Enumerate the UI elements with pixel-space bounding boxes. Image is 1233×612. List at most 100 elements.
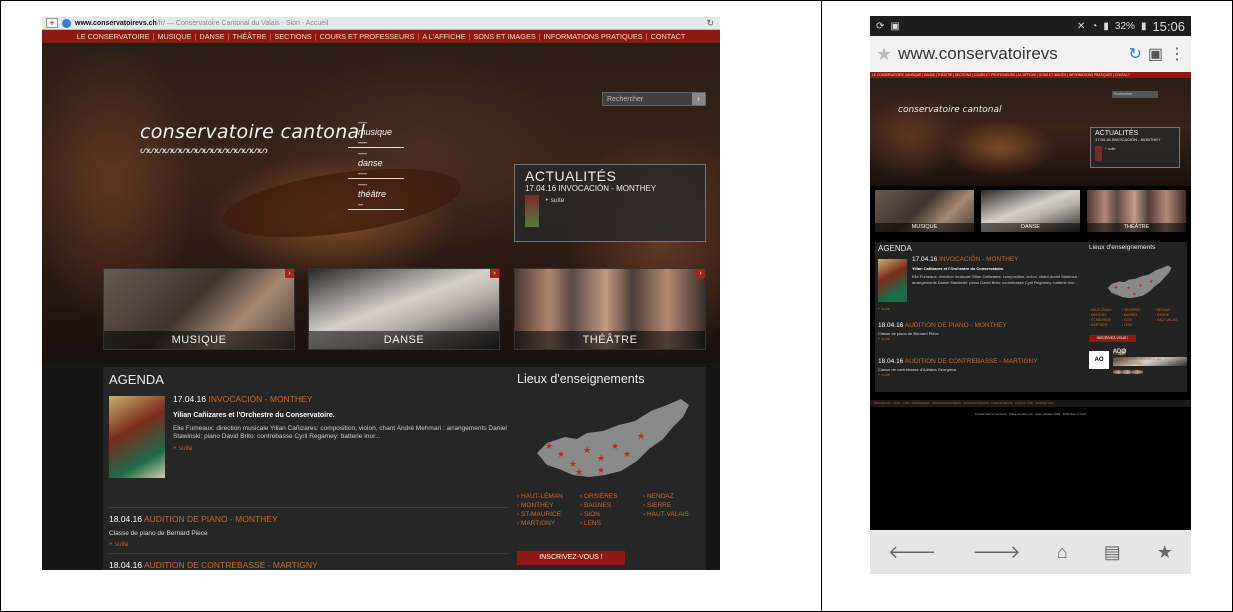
battery-percent: 32% bbox=[1114, 20, 1135, 32]
back-arrow-icon[interactable]: 🡐 bbox=[888, 542, 936, 563]
event-more-link[interactable]: ‣ suite bbox=[878, 372, 1038, 377]
location-link[interactable]: › MONTHEY bbox=[1089, 313, 1122, 317]
nav-item[interactable]: DANSE bbox=[199, 32, 224, 41]
event-more-link[interactable]: ‣ suite bbox=[878, 336, 1007, 341]
event-title[interactable]: AUDITION DE PIANO - MONTHEY bbox=[144, 514, 278, 524]
event-more-link[interactable]: ‣ suite bbox=[109, 540, 278, 548]
footer-links[interactable]: RECHERCHE · LIENS · JOBS · PARTENAIRES ·… bbox=[870, 400, 1191, 407]
tile-label: DANSE bbox=[981, 223, 1080, 232]
nav-item[interactable]: COURS ET PROFESSEURS bbox=[320, 32, 415, 41]
event-more-link[interactable]: ‣ suite bbox=[173, 444, 513, 452]
nav-item[interactable]: INFORMATIONS PRATIQUES bbox=[544, 32, 643, 41]
event-poster[interactable] bbox=[878, 259, 907, 302]
image-icon: ▣ bbox=[890, 20, 900, 32]
location-link[interactable]: › NENDAZ bbox=[1155, 308, 1188, 312]
menu-icon[interactable]: ⋮ bbox=[1169, 44, 1185, 64]
nav-separator: | bbox=[227, 32, 230, 41]
mobile-news-box[interactable]: ACTUALITÉS 17.04.16 INVOCACIÓN - MONTHEY… bbox=[1090, 127, 1180, 168]
signal-icon: ▮ bbox=[1103, 20, 1109, 32]
nav-item[interactable]: THÉÂTRE bbox=[232, 32, 266, 41]
event-title[interactable]: AUDITION DE CONTREBASSE - MARTIGNY bbox=[905, 358, 1038, 365]
tile-label: MUSIQUE bbox=[104, 331, 294, 349]
bookmarks-icon[interactable]: ★ bbox=[1157, 542, 1173, 563]
locations-list: › HAUT-LÉMAN › ORSIÈRES › NENDAZ › MONTHEY ›… bbox=[1089, 308, 1187, 327]
location-link[interactable]: › BAGNES bbox=[580, 502, 643, 509]
tabs-icon[interactable]: ▣ bbox=[1148, 44, 1163, 64]
location-link[interactable]: › NENDAZ bbox=[643, 493, 706, 500]
search-input[interactable]: Rechercher bbox=[603, 93, 692, 105]
bookmark-star-icon[interactable]: ★ bbox=[876, 44, 892, 65]
nav-item[interactable]: A L'AFFICHE bbox=[422, 32, 465, 41]
url-text[interactable]: www.conservatoirevs.ch/fr/ — Conservatoi… bbox=[75, 20, 328, 27]
mobile-hero: Rechercher conservatoire cantonal ACTUAL… bbox=[870, 78, 1191, 186]
nav-item[interactable]: MUSIQUE bbox=[157, 32, 191, 41]
ado-link[interactable]: Visitez le site de l'ADO bbox=[1113, 370, 1144, 374]
mobile-search-input[interactable]: Rechercher bbox=[1112, 91, 1158, 98]
event-poster[interactable] bbox=[109, 396, 165, 478]
forward-arrow-icon[interactable]: 🡒 bbox=[972, 542, 1020, 563]
location-link[interactable]: › SIERRE bbox=[1155, 313, 1188, 317]
search-box[interactable]: Rechercher › bbox=[602, 92, 706, 106]
location-link[interactable]: › ST-MAURICE bbox=[1089, 318, 1122, 322]
valais-map[interactable]: ★ ★ ★ ★ ★ bbox=[1097, 262, 1177, 304]
location-link[interactable]: › HAUT-LÉMAN bbox=[1089, 308, 1122, 312]
news-item[interactable]: 17.04.16 INVOCACIÓN - MONTHEY bbox=[525, 184, 695, 193]
tile-musique[interactable]: › MUSIQUE bbox=[103, 268, 295, 350]
logo-text: conservatoire cantonal bbox=[140, 121, 366, 143]
mobile-url[interactable]: www.conservatoirevs bbox=[898, 44, 1122, 64]
site-logo[interactable]: conservatoire cantonal — musique — — dan… bbox=[140, 117, 405, 210]
location-link[interactable]: › MARTIGNY bbox=[1089, 323, 1122, 327]
location-link[interactable]: › BAGNES bbox=[1122, 313, 1155, 317]
location-link[interactable]: › SIERRE bbox=[643, 502, 706, 509]
location-link[interactable]: › MONTHEY bbox=[517, 502, 580, 509]
reload-icon[interactable]: ↻ bbox=[1128, 44, 1141, 64]
location-link[interactable]: › LENS bbox=[580, 520, 643, 527]
event-title[interactable]: AUDITION DE PIANO - MONTHEY bbox=[905, 322, 1007, 329]
mobile-address-bar[interactable]: ★ www.conservatoirevs ↻ ▣ ⋮ bbox=[870, 36, 1191, 72]
ado-logo: AO bbox=[1089, 351, 1109, 369]
mobile-logo[interactable]: conservatoire cantonal bbox=[898, 105, 1001, 115]
register-button[interactable]: INSCRIVEZ-VOUS ! bbox=[1089, 335, 1136, 342]
event-date: 18.04.16 bbox=[878, 358, 904, 365]
nav-item[interactable]: SONS ET IMAGES bbox=[473, 32, 535, 41]
nav-item[interactable]: SECTIONS bbox=[274, 32, 311, 41]
valais-map[interactable]: ★ ★ ★ ★ ★ ★ ★ ★ ★ ★ bbox=[517, 391, 697, 491]
location-link[interactable]: › LENS bbox=[1122, 323, 1155, 327]
event-title[interactable]: INVOCACIÓN - MONTHEY bbox=[208, 394, 312, 404]
location-link[interactable]: › MARTIGNY bbox=[517, 520, 580, 527]
event-more-link[interactable]: ‣ suite bbox=[878, 306, 890, 311]
news-item[interactable]: 17.04.16 INVOCACIÓN - MONTHEY bbox=[1095, 137, 1175, 142]
url-path: /fr/ bbox=[156, 19, 166, 27]
news-thumbnail[interactable] bbox=[1095, 146, 1102, 161]
tile-danse[interactable]: › DANSE bbox=[308, 268, 500, 350]
nav-item[interactable]: CONTACT bbox=[651, 32, 686, 41]
reader-mode-icon[interactable]: ▤ bbox=[1104, 542, 1121, 563]
map-shape: ★ ★ ★★★ bbox=[1107, 265, 1172, 299]
nav-item[interactable]: LE CONSERVATOIRE bbox=[77, 32, 150, 41]
tile-musique[interactable]: MUSIQUE bbox=[875, 190, 974, 232]
search-submit-button[interactable]: › bbox=[692, 93, 705, 105]
location-link[interactable]: › HAUT-VALAIS bbox=[643, 511, 706, 518]
event-title[interactable]: AUDITION DE CONTREBASSE - MARTIGNY bbox=[144, 560, 318, 570]
tile-theatre[interactable]: THÉÂTRE bbox=[1087, 190, 1186, 232]
news-more-link[interactable]: ‣ suite bbox=[1105, 147, 1115, 151]
location-link[interactable]: › ORSIÈRES bbox=[1122, 308, 1155, 312]
svg-text:★: ★ bbox=[623, 449, 631, 459]
register-button[interactable]: INSCRIVEZ-VOUS ! bbox=[517, 551, 625, 565]
location-link[interactable]: › HAUT-LÉMAN bbox=[517, 493, 580, 500]
address-bar[interactable]: + www.conservatoirevs.ch/fr/ — Conservat… bbox=[42, 17, 720, 30]
reload-icon[interactable]: ↻ bbox=[706, 18, 714, 29]
home-icon[interactable]: ⌂ bbox=[1057, 542, 1068, 563]
news-thumbnail[interactable] bbox=[525, 195, 539, 227]
news-more-link[interactable]: ‣ suite bbox=[545, 196, 564, 204]
location-link[interactable]: › ST-MAURICE bbox=[517, 511, 580, 518]
tile-theatre[interactable]: › THÉÂTRE bbox=[514, 268, 706, 350]
location-link[interactable]: › ORSIÈRES bbox=[580, 493, 643, 500]
event-title[interactable]: INVOCACIÓN - MONTHEY bbox=[939, 256, 1018, 263]
location-link[interactable]: › SION bbox=[1122, 318, 1155, 322]
location-link[interactable]: › SION bbox=[580, 511, 643, 518]
tile-danse[interactable]: DANSE bbox=[981, 190, 1080, 232]
news-box[interactable]: ACTUALITÉS 17.04.16 INVOCACIÓN - MONTHEY… bbox=[514, 164, 706, 242]
location-link[interactable]: › HAUT-VALAIS bbox=[1155, 318, 1188, 322]
new-tab-button[interactable]: + bbox=[46, 18, 58, 28]
